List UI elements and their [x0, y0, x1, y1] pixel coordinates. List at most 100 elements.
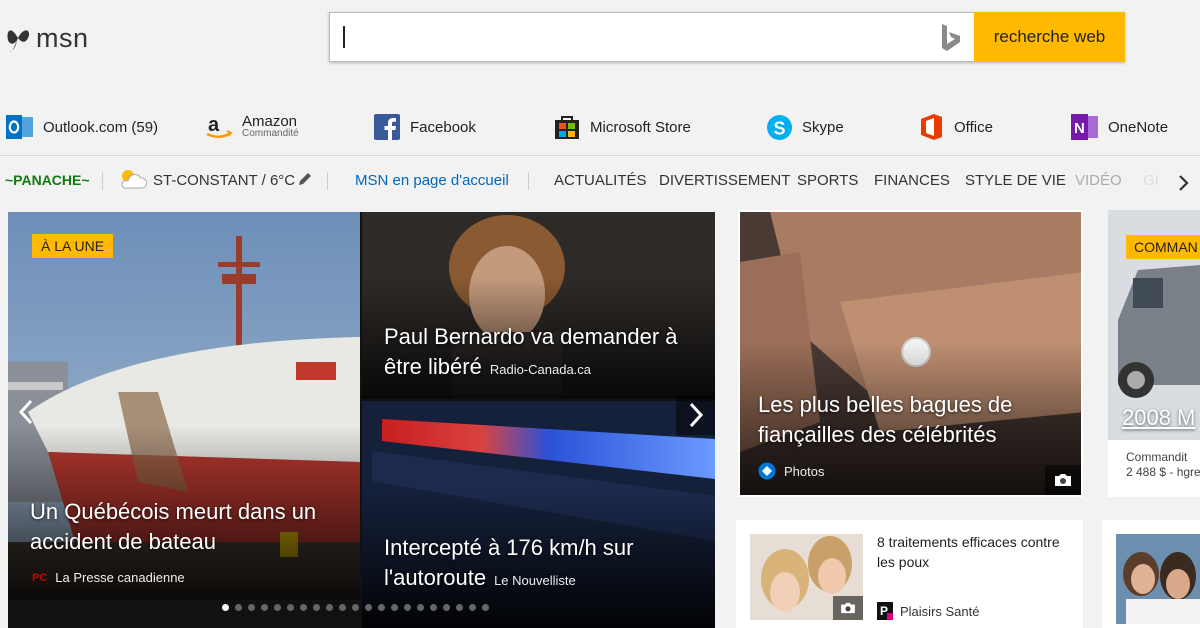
app-label: Skype [802, 118, 844, 136]
carousel-dot[interactable] [456, 604, 463, 611]
carousel-dot[interactable] [261, 604, 268, 611]
rings-card[interactable]: Les plus belles bagues de fiançailles de… [738, 210, 1083, 497]
nav-more[interactable]: GI [1143, 172, 1159, 189]
carousel-dot[interactable] [235, 604, 242, 611]
partly-cloudy-icon [121, 170, 148, 189]
app-label: Facebook [410, 118, 476, 136]
app-label: OneNote [1108, 118, 1169, 136]
pencil-icon[interactable] [297, 171, 313, 187]
nav-finances[interactable]: FINANCES [874, 172, 950, 189]
nav-actualites[interactable]: ACTUALITÉS [554, 172, 647, 189]
sponsored-card[interactable]: COMMAN 2008 M Commandit 2 488 $ - hgre [1108, 210, 1200, 497]
app-label: Amazon Commandité [242, 113, 299, 140]
app-facebook[interactable]: Facebook [373, 110, 476, 144]
carousel-dot[interactable] [378, 604, 385, 611]
carousel-dot[interactable] [287, 604, 294, 611]
app-outlook[interactable]: Outlook.com (59) [6, 110, 158, 144]
weather-location[interactable]: ST-CONSTANT / 6°C [153, 172, 295, 189]
carousel-dot[interactable] [274, 604, 281, 611]
carousel-dot[interactable] [443, 604, 450, 611]
divider [528, 172, 529, 190]
search-input[interactable] [329, 12, 974, 62]
app-label: Microsoft Store [590, 118, 691, 136]
app-skype[interactable]: S Skype [765, 110, 844, 144]
ring-hands-image [740, 212, 1081, 495]
carousel-dot[interactable] [222, 604, 229, 611]
camera-icon [1055, 474, 1071, 486]
nav-style-de-vie[interactable]: STYLE DE VIE [965, 172, 1066, 189]
source-label: Le Nouvelliste [494, 573, 576, 588]
facebook-icon [373, 113, 401, 141]
app-label: Office [954, 118, 993, 136]
msn-logo[interactable]: msn [6, 22, 89, 54]
rings-source: Photos [758, 462, 824, 480]
carousel-dot[interactable] [248, 604, 255, 611]
skype-icon: S [765, 113, 793, 141]
carousel-dot[interactable] [482, 604, 489, 611]
chevron-right-icon [689, 402, 704, 428]
couple-card[interactable] [1102, 520, 1200, 628]
lice-card[interactable]: 8 traitements efficaces contre les poux … [736, 520, 1083, 628]
source-label: Radio-Canada.ca [489, 362, 592, 377]
carousel-dot[interactable] [352, 604, 359, 611]
chevron-right-icon[interactable] [1178, 174, 1190, 192]
hero-main-tile[interactable]: À LA UNE Un Québécois meurt dans un acci… [8, 212, 360, 600]
hero-top-right-tile[interactable]: Paul Bernardo va demander à être libéré R… [362, 212, 715, 399]
search-bar: recherche web [329, 12, 1125, 62]
nav-bar: ~PANACHE~ ST-CONSTANT / 6°C MSN en page … [0, 166, 1200, 194]
logo-text: msn [36, 22, 89, 53]
carousel-next-button[interactable] [676, 395, 715, 435]
panache-link[interactable]: ~PANACHE~ [5, 172, 90, 188]
hero-bottom-right-title: Intercepté à 176 km/h sur l'autoroute Le … [384, 535, 634, 590]
hero-carousel: À LA UNE Un Québécois meurt dans un acci… [8, 212, 715, 628]
divider [0, 155, 1200, 156]
svg-text:a: a [208, 114, 220, 136]
hero-top-right-title: Paul Bernardo va demander à être libéré R… [384, 324, 678, 379]
nav-divertissement[interactable]: DIVERTISSEMENT [659, 172, 790, 189]
carousel-prev-button[interactable] [10, 394, 42, 430]
carousel-dot[interactable] [469, 604, 476, 611]
msn-homepage-link[interactable]: MSN en page d'accueil [355, 172, 509, 189]
camera-badge [1045, 465, 1081, 495]
outlook-icon [6, 113, 34, 141]
carousel-dot[interactable] [313, 604, 320, 611]
app-microsoft-store[interactable]: Microsoft Store [553, 110, 691, 144]
app-office[interactable]: Office [917, 110, 993, 144]
lice-image [750, 534, 863, 620]
apps-bar: Outlook.com (59) a Amazon Commandité Fac… [0, 110, 1200, 144]
app-label: Outlook.com (59) [43, 118, 159, 136]
carousel-dot[interactable] [391, 604, 398, 611]
carousel-dot[interactable] [339, 604, 346, 611]
la-presse-icon: PC [32, 571, 48, 584]
rings-title: Les plus belles bagues de fiançailles de… [758, 392, 1013, 447]
office-icon [917, 113, 945, 141]
carousel-dot[interactable] [365, 604, 372, 611]
couple-image [1116, 534, 1200, 624]
nav-video[interactable]: VIDÉO [1075, 172, 1122, 189]
lice-source: P Plaisirs Santé [877, 602, 979, 620]
svg-text:N: N [1074, 120, 1085, 137]
camera-icon [841, 602, 855, 614]
carousel-dot[interactable] [404, 604, 411, 611]
nav-sports[interactable]: SPORTS [797, 172, 858, 189]
a-la-une-badge: À LA UNE [32, 234, 114, 258]
plaisirs-sante-icon: P [877, 602, 893, 620]
camera-badge [833, 596, 863, 620]
store-icon [553, 113, 581, 141]
app-amazon[interactable]: a Amazon Commandité [205, 110, 299, 144]
divider [327, 172, 328, 190]
hero-main-title: Un Québécois meurt dans un accident de b… [30, 499, 317, 554]
carousel-dot[interactable] [430, 604, 437, 611]
web-search-button[interactable]: recherche web [974, 12, 1125, 62]
divider [102, 172, 103, 190]
bing-icon[interactable] [940, 23, 962, 53]
hero-bottom-right-tile[interactable]: Intercepté à 176 km/h sur l'autoroute Le … [362, 401, 715, 628]
chevron-left-icon [18, 399, 33, 425]
svg-text:P: P [880, 604, 888, 618]
hero-main-source: PC La Presse canadienne [32, 570, 185, 585]
carousel-dot[interactable] [300, 604, 307, 611]
carousel-dot[interactable] [326, 604, 333, 611]
app-onenote[interactable]: N OneNote [1071, 110, 1168, 144]
carousel-dot[interactable] [417, 604, 424, 611]
sponsored-label: Commandit [1126, 450, 1188, 464]
